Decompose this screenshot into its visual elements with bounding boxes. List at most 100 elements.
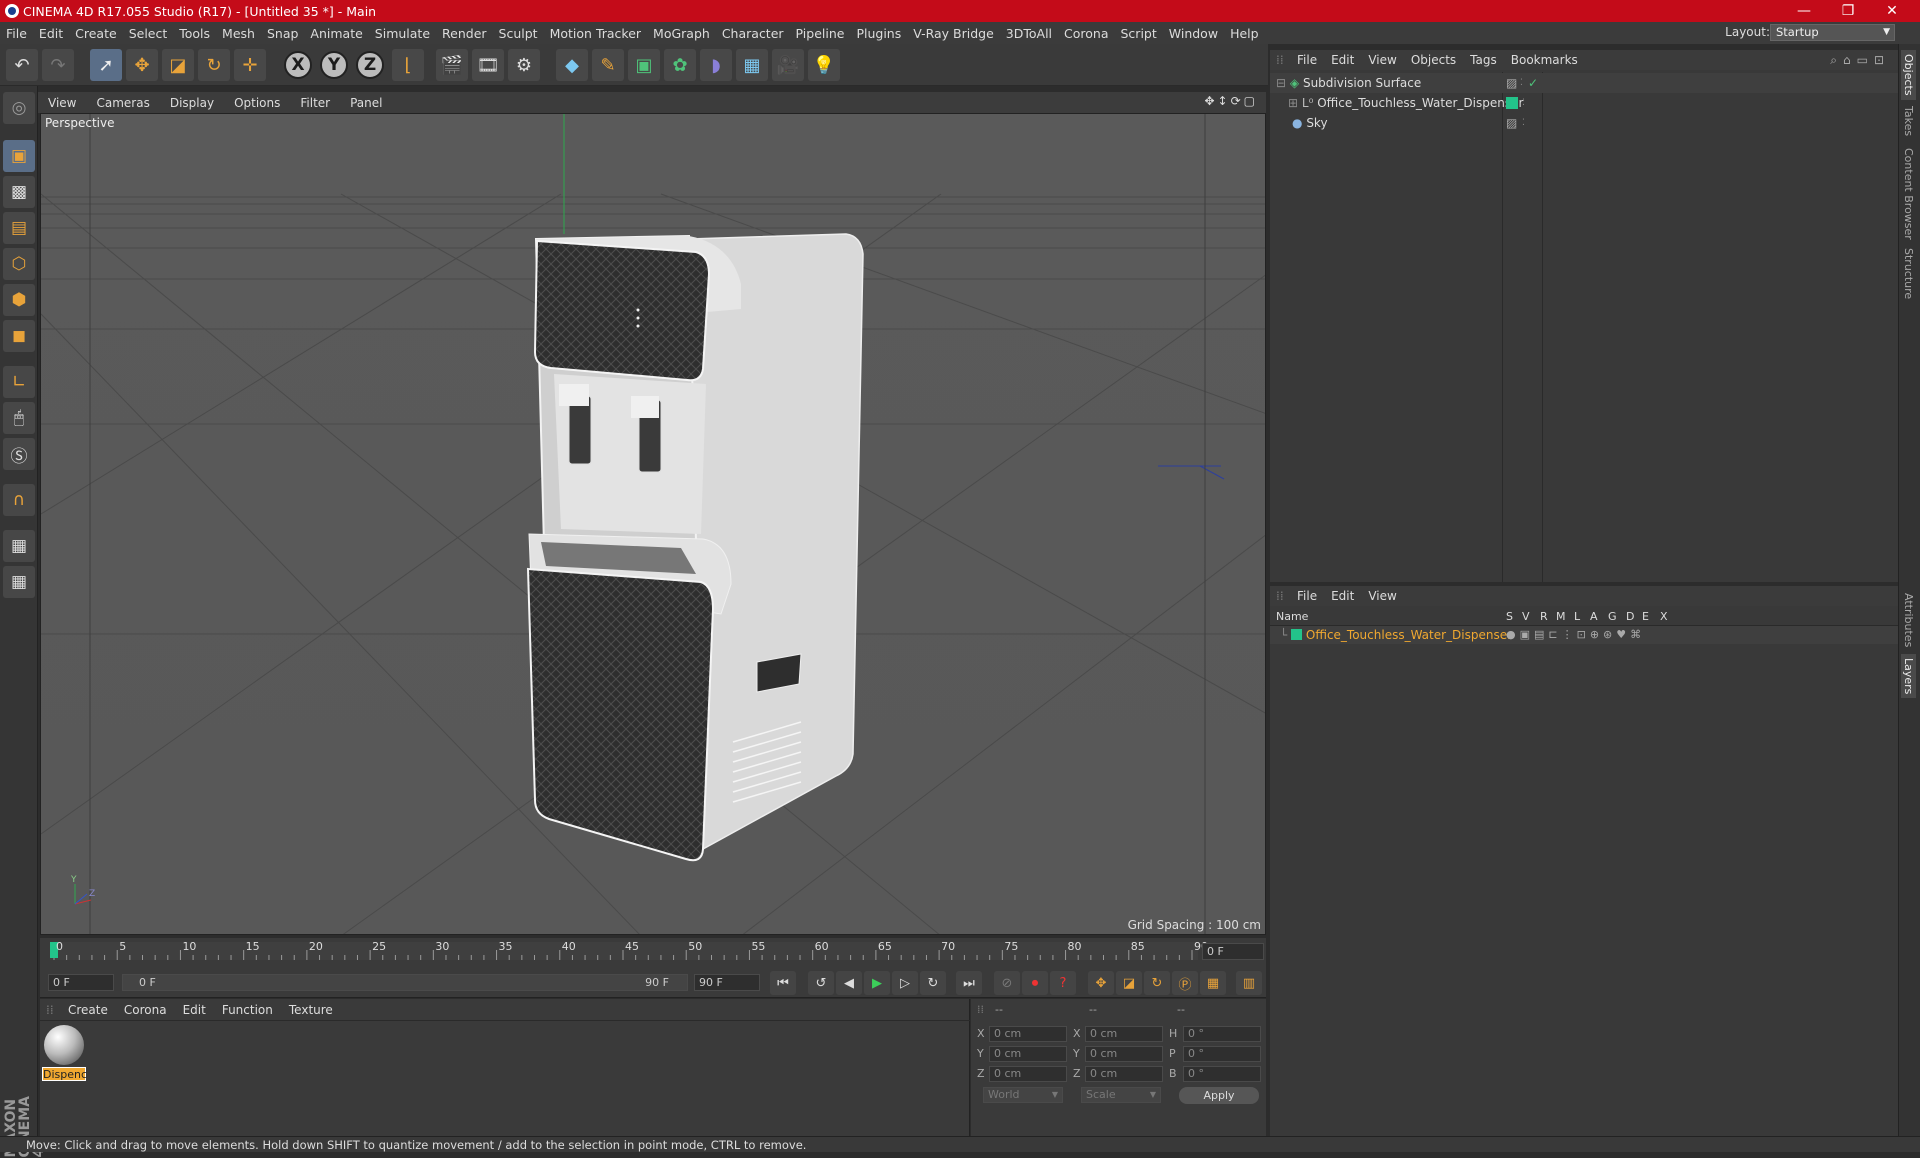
timeline-window-icon[interactable]: ▥ <box>1236 971 1262 995</box>
objmgr-search-home-icons[interactable]: ⌕⌂▭⊡ <box>1830 53 1890 68</box>
objmgr-menu-file[interactable]: File <box>1290 53 1324 67</box>
transform-tool-icon[interactable]: ✛ <box>234 49 266 81</box>
viewport-menu-cameras[interactable]: Cameras <box>86 96 159 110</box>
visibility-dots-icon[interactable]: ⁚ <box>1522 113 1525 133</box>
camera-object-icon[interactable]: 🎥 <box>772 49 804 81</box>
layermgr-menu-file[interactable]: File <box>1290 589 1324 603</box>
scale-tool-icon[interactable]: ◪ <box>162 49 194 81</box>
size-y-field[interactable]: 0 cm <box>1085 1046 1163 1062</box>
menu-help[interactable]: Help <box>1224 26 1265 41</box>
key-position-icon[interactable]: ✥ <box>1088 971 1114 995</box>
go-to-start-icon[interactable]: ⏮ <box>770 971 796 995</box>
menu-sculpt[interactable]: Sculpt <box>493 26 544 41</box>
menu-motion-tracker[interactable]: Motion Tracker <box>544 26 647 41</box>
size-x-field[interactable]: 0 cm <box>1085 1026 1163 1042</box>
record-keys-icon[interactable]: ⊘ <box>994 971 1020 995</box>
col-view[interactable]: V <box>1522 610 1530 623</box>
menu-edit[interactable]: Edit <box>33 26 69 41</box>
rotation-p-field[interactable]: 0 ° <box>1183 1046 1261 1062</box>
viewport-menu-view[interactable]: View <box>38 96 86 110</box>
undo-icon[interactable]: ↶ <box>6 49 38 81</box>
redo-icon[interactable]: ↷ <box>42 49 74 81</box>
floor-object-icon[interactable]: ▦ <box>736 49 768 81</box>
objmgr-menu-view[interactable]: View <box>1361 53 1403 67</box>
previous-keyframe-icon[interactable]: ↺ <box>808 971 834 995</box>
col-generators[interactable]: G <box>1608 610 1617 623</box>
material-menu-function[interactable]: Function <box>214 1003 281 1017</box>
workplane-mode-icon[interactable]: ▤ <box>3 212 35 244</box>
rotate-tool-icon[interactable]: ↻ <box>198 49 230 81</box>
viewport-menu-filter[interactable]: Filter <box>290 96 340 110</box>
enabled-check-icon[interactable]: ✓ <box>1528 73 1538 93</box>
axis-mode-icon[interactable]: ∟ <box>3 366 35 398</box>
autokey-icon[interactable]: ⏺ <box>1022 971 1048 995</box>
tweak-mode-icon[interactable]: 🖱 <box>3 402 35 434</box>
key-parameter-icon[interactable]: Ⓟ <box>1172 971 1198 995</box>
col-locked[interactable]: L <box>1574 610 1580 623</box>
menu-simulate[interactable]: Simulate <box>369 26 436 41</box>
objmgr-menu-bookmarks[interactable]: Bookmarks <box>1504 53 1585 67</box>
size-z-field[interactable]: 0 cm <box>1085 1066 1163 1082</box>
deformer-icon[interactable]: ◗ <box>700 49 732 81</box>
tree-toggle-icon[interactable]: ⊟ <box>1276 76 1286 90</box>
grid-snap-icon[interactable]: ▦ <box>3 566 35 598</box>
objmgr-menu-objects[interactable]: Objects <box>1404 53 1463 67</box>
perspective-viewport[interactable]: Y Z Perspective Grid Spacing : 100 cm <box>40 113 1266 935</box>
current-frame-field[interactable]: 0 F <box>1202 943 1264 960</box>
menu-pipeline[interactable]: Pipeline <box>790 26 851 41</box>
viewport-nav-icons[interactable]: ✥↕⟳▢ <box>1204 94 1258 108</box>
material-menu-edit[interactable]: Edit <box>175 1003 214 1017</box>
viewport-menu-options[interactable]: Options <box>224 96 290 110</box>
live-selection-icon[interactable]: ➚ <box>90 49 122 81</box>
layermgr-menu-view[interactable]: View <box>1361 589 1403 603</box>
key-point-level-icon[interactable]: ▦ <box>1200 971 1226 995</box>
menu-render[interactable]: Render <box>436 26 493 41</box>
material-menu-corona[interactable]: Corona <box>116 1003 175 1017</box>
menu-create[interactable]: Create <box>69 26 123 41</box>
menu-file[interactable]: File <box>0 26 33 41</box>
object-row[interactable]: ⊞ L⁰ Office_Touchless_Water_Dispenser ⁚ <box>1270 93 1898 113</box>
material-swatch[interactable]: Dispenc <box>42 1023 87 1081</box>
render-view-icon[interactable]: 🎬 <box>436 49 468 81</box>
tab-content-browser[interactable]: Content Browser <box>1901 144 1916 244</box>
menu-vray-bridge[interactable]: V-Ray Bridge <box>907 26 1000 41</box>
tab-objects[interactable]: Objects <box>1901 50 1916 100</box>
menu-tools[interactable]: Tools <box>173 26 216 41</box>
col-animation[interactable]: A <box>1590 610 1598 623</box>
render-to-picture-viewer-icon[interactable]: 🎞 <box>472 49 504 81</box>
layermgr-menu-edit[interactable]: Edit <box>1324 589 1361 603</box>
layout-select[interactable]: Startup ▼ <box>1770 24 1895 41</box>
make-editable-icon[interactable]: ◎ <box>3 92 35 124</box>
objmgr-menu-edit[interactable]: Edit <box>1324 53 1361 67</box>
col-manager[interactable]: M <box>1556 610 1566 623</box>
go-to-end-icon[interactable]: ⏭ <box>956 971 982 995</box>
maximize-button[interactable]: ❐ <box>1826 0 1870 22</box>
snap-icon[interactable]: Ⓢ <box>3 438 35 470</box>
edges-mode-icon[interactable]: ⬢ <box>3 284 35 316</box>
tree-toggle-icon[interactable]: ⊞ <box>1288 96 1298 110</box>
keyframe-selection-icon[interactable]: ? <box>1050 971 1076 995</box>
col-deformers[interactable]: D <box>1626 610 1634 623</box>
object-row[interactable]: ● Sky ▨ ⁚ <box>1270 113 1898 133</box>
play-icon[interactable]: ▶ <box>864 971 890 995</box>
render-settings-icon[interactable]: ⚙ <box>508 49 540 81</box>
material-menu-create[interactable]: Create <box>60 1003 116 1017</box>
texture-mode-icon[interactable]: ▩ <box>3 176 35 208</box>
cloner-icon[interactable]: ✿ <box>664 49 696 81</box>
key-scale-icon[interactable]: ◪ <box>1116 971 1142 995</box>
objmgr-menu-tags[interactable]: Tags <box>1463 53 1504 67</box>
next-frame-icon[interactable]: ▷ <box>892 971 918 995</box>
material-menu-texture[interactable]: Texture <box>281 1003 341 1017</box>
frame-range-slider[interactable]: 0 F 90 F <box>122 974 688 991</box>
menu-mograph[interactable]: MoGraph <box>647 26 716 41</box>
menu-plugins[interactable]: Plugins <box>850 26 907 41</box>
menu-animate[interactable]: Animate <box>304 26 368 41</box>
minimize-button[interactable]: — <box>1782 0 1826 22</box>
layer-color-swatch[interactable] <box>1291 629 1303 640</box>
menu-corona[interactable]: Corona <box>1058 26 1114 41</box>
next-keyframe-icon[interactable]: ↻ <box>920 971 946 995</box>
move-tool-icon[interactable]: ✥ <box>126 49 158 81</box>
col-name[interactable]: Name <box>1276 610 1308 623</box>
close-button[interactable]: ✕ <box>1870 0 1914 22</box>
timeline-ruler[interactable]: 0 5 10 15 20 25 30 35 40 45 50 55 60 65 70 75 80 85 90 0 F <box>40 938 1266 968</box>
